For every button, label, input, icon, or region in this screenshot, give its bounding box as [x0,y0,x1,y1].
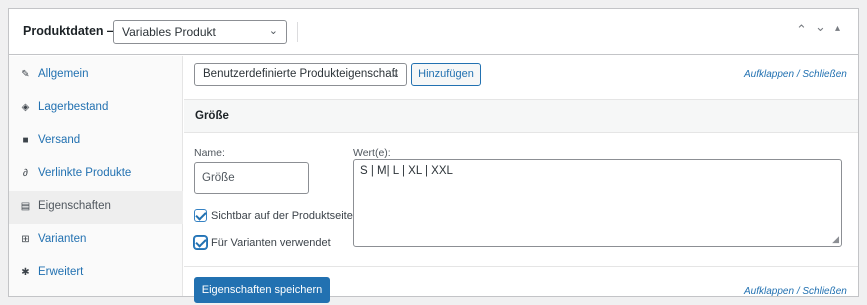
product-type-select[interactable]: Variables Produkt ⌄ [113,20,287,44]
tab-label: Erweitert [38,266,84,278]
variations-checkbox[interactable] [194,236,207,249]
save-attributes-button[interactable]: Eigenschaften speichern [194,277,330,303]
tab-label: Lagerbestand [38,101,109,113]
link-icon: ∂ [23,168,28,179]
attribute-header[interactable]: Größe [184,100,858,133]
tab-label: Versand [38,134,81,146]
resize-grip-icon[interactable]: ◢ [832,234,839,245]
visible-on-product-page[interactable]: Sichtbar auf der Produktseite [194,209,353,225]
truck-icon: ■ [22,135,29,146]
tab-label: Eigenschaften [38,200,111,212]
panel-title: Produktdaten — [23,24,120,38]
variations-label: Für Varianten verwendet [211,237,331,249]
grid-icon: ⊞ [21,234,30,245]
gear-icon: ✱ [21,267,30,278]
attribute-taxonomy-select[interactable]: Benutzerdefinierte Produkteigenschaft ⌄ [194,63,407,86]
product-data-tabs: ✎ Allgemein ◈ Lagerbestand ■ Versand ∂ Verli… [9,56,183,296]
expand-collapse-link[interactable]: Aufklappen / Schließen [744,69,847,80]
values-label: Wert(e): [353,147,391,159]
attribute-select-value: Benutzerdefinierte Produkteigenschaft [203,68,398,80]
attribute-values-textarea[interactable]: S | M| L | XL | XXL ◢ [353,159,842,247]
tab-allgemein[interactable]: ✎ Allgemein [9,59,183,92]
move-up-icon[interactable]: ⌃ [796,22,807,38]
expand-collapse-link-bottom[interactable]: Aufklappen / Schließen [744,286,847,297]
visible-label: Sichtbar auf der Produktseite [211,210,353,222]
tab-erweitert[interactable]: ✱ Erweitert [9,257,183,290]
attributes-panel: Benutzerdefinierte Produkteigenschaft ⌄ … [184,56,858,303]
attribute-heading: Größe [195,110,229,122]
move-down-icon[interactable]: ⌄ [815,19,826,35]
toggle-panel-icon[interactable]: ▴ [835,23,840,34]
tab-label: Allgemein [38,68,89,80]
panel-header: Produktdaten — Variables Produkt ⌄ ⌃ ⌄ ▴ [9,9,858,55]
tag-icon: ◈ [21,102,30,113]
list-icon: ▤ [20,201,31,212]
chevron-down-icon: ⌄ [390,68,400,80]
used-for-variations[interactable]: Für Varianten verwendet [194,236,331,252]
attribute-name-input[interactable]: Größe [194,162,309,194]
tab-verlinkte-produkte[interactable]: ∂ Verlinkte Produkte [9,158,183,191]
chevron-down-icon: ⌄ [268,25,278,37]
name-label: Name: [194,147,225,159]
tab-label: Verlinkte Produkte [38,167,132,179]
header-divider [297,22,298,42]
add-attribute-button[interactable]: Hinzufügen [411,63,481,86]
product-type-value: Variables Produkt [122,25,216,39]
tab-eigenschaften[interactable]: ▤ Eigenschaften [9,191,183,224]
tab-lagerbestand[interactable]: ◈ Lagerbestand [9,92,183,125]
tab-label: Varianten [38,233,87,245]
tab-varianten[interactable]: ⊞ Varianten [9,224,183,257]
wrench-icon: ✎ [21,69,30,80]
visible-checkbox[interactable] [194,209,207,222]
product-data-panel: Produktdaten — Variables Produkt ⌄ ⌃ ⌄ ▴… [8,8,859,303]
tab-versand[interactable]: ■ Versand [9,125,183,158]
attribute-item: Größe Name: Größe Wert(e): S | M| L | XL… [184,99,858,267]
attribute-values-text: S | M| L | XL | XXL [360,165,453,177]
